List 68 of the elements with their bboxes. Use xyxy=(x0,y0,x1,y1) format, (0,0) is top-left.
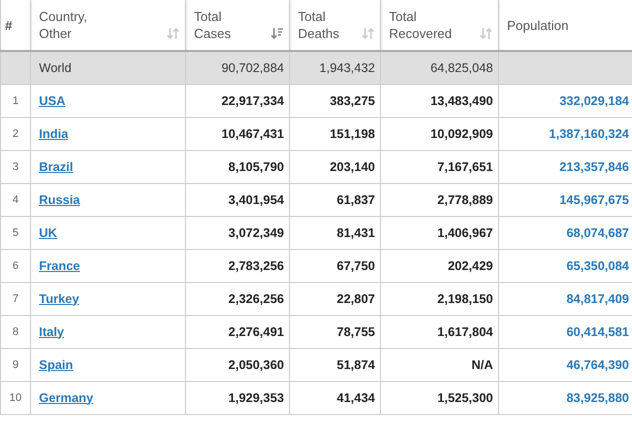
table-cell: 2,783,256 xyxy=(228,258,284,272)
table-cell: 151,198 xyxy=(330,126,375,140)
rank-number: 2 xyxy=(12,128,19,140)
table-cell: 1,525,300 xyxy=(437,390,493,404)
table-cell: 332,029,184 xyxy=(559,94,629,108)
table-cell: 7,167,651 xyxy=(437,160,493,174)
table-cell: 3,072,349 xyxy=(228,226,284,240)
table-cell: 8,105,790 xyxy=(228,160,284,174)
table-cell: 3,401,954 xyxy=(228,192,284,206)
table-cell: 22,807 xyxy=(336,292,375,306)
table-cell: 84,817,409 xyxy=(566,292,629,306)
table-cell: 2,276,491 xyxy=(228,324,284,338)
rank-number: 8 xyxy=(12,326,19,338)
rank-number: 7 xyxy=(12,292,19,304)
country-name: World xyxy=(39,60,72,75)
table-cell: 1,387,160,324 xyxy=(549,126,629,140)
table-cell: 2,326,256 xyxy=(228,292,284,306)
country-link[interactable]: Spain xyxy=(39,358,74,372)
table-cell: 83,925,880 xyxy=(566,390,629,404)
table-cell: 68,074,687 xyxy=(566,226,629,240)
table-cell: 383,275 xyxy=(330,94,375,108)
country-link[interactable]: France xyxy=(39,258,80,272)
table-cell: 2,198,150 xyxy=(437,292,493,306)
rank-number: 3 xyxy=(12,160,19,172)
table-cell: 2,050,360 xyxy=(228,358,284,372)
country-link[interactable]: Turkey xyxy=(39,292,80,306)
rank-number: 9 xyxy=(12,358,19,370)
sort-icon[interactable] xyxy=(362,27,374,40)
country-link[interactable]: India xyxy=(39,126,68,140)
table-cell: 1,406,967 xyxy=(437,226,493,240)
table-cell: 10,467,431 xyxy=(221,126,284,140)
country-link[interactable]: USA xyxy=(39,94,66,108)
rank-number: 4 xyxy=(12,194,19,206)
rank-number: 6 xyxy=(12,260,19,272)
table-cell: 1,617,804 xyxy=(437,324,493,338)
table-cell: 46,764,390 xyxy=(566,358,629,372)
rank-number: 5 xyxy=(12,226,19,238)
table-cell: 90,702,884 xyxy=(221,60,284,75)
country-link[interactable]: UK xyxy=(39,226,58,240)
table-cell: 10,092,909 xyxy=(430,126,493,140)
table-cell: 64,825,048 xyxy=(430,60,493,75)
table-cell: 1,943,432 xyxy=(319,60,375,75)
table-cell: 22,917,334 xyxy=(221,94,284,108)
table-cell: 13,483,490 xyxy=(430,94,493,108)
sort-icon[interactable] xyxy=(271,27,283,40)
table-cell: 67,750 xyxy=(336,258,375,272)
table-cell: 41,434 xyxy=(336,390,375,404)
country-link[interactable]: Italy xyxy=(39,324,64,338)
table-cell: 60,414,581 xyxy=(566,324,629,338)
country-link[interactable]: Russia xyxy=(39,192,80,206)
table-cell: 81,431 xyxy=(336,226,375,240)
sort-icon[interactable] xyxy=(480,27,492,40)
table-cell: 65,350,084 xyxy=(566,258,629,272)
table-cell: 51,874 xyxy=(336,358,375,372)
rank-number: 1 xyxy=(12,94,19,106)
sort-icon[interactable] xyxy=(167,27,179,40)
table-cell: N/A xyxy=(471,358,493,372)
table-cell: 202,429 xyxy=(448,258,493,272)
table-cell: 2,778,889 xyxy=(437,192,493,206)
country-link[interactable]: Brazil xyxy=(39,160,74,174)
table-cell: 203,140 xyxy=(330,160,375,174)
rank-number: 10 xyxy=(9,392,22,404)
country-link[interactable]: Germany xyxy=(39,390,94,404)
table-cell: 213,357,846 xyxy=(559,160,629,174)
table-cell: 145,967,675 xyxy=(559,192,629,206)
table-cell: 1,929,353 xyxy=(228,390,284,404)
table-cell: 61,837 xyxy=(336,192,375,206)
table-cell: 78,755 xyxy=(336,324,375,338)
